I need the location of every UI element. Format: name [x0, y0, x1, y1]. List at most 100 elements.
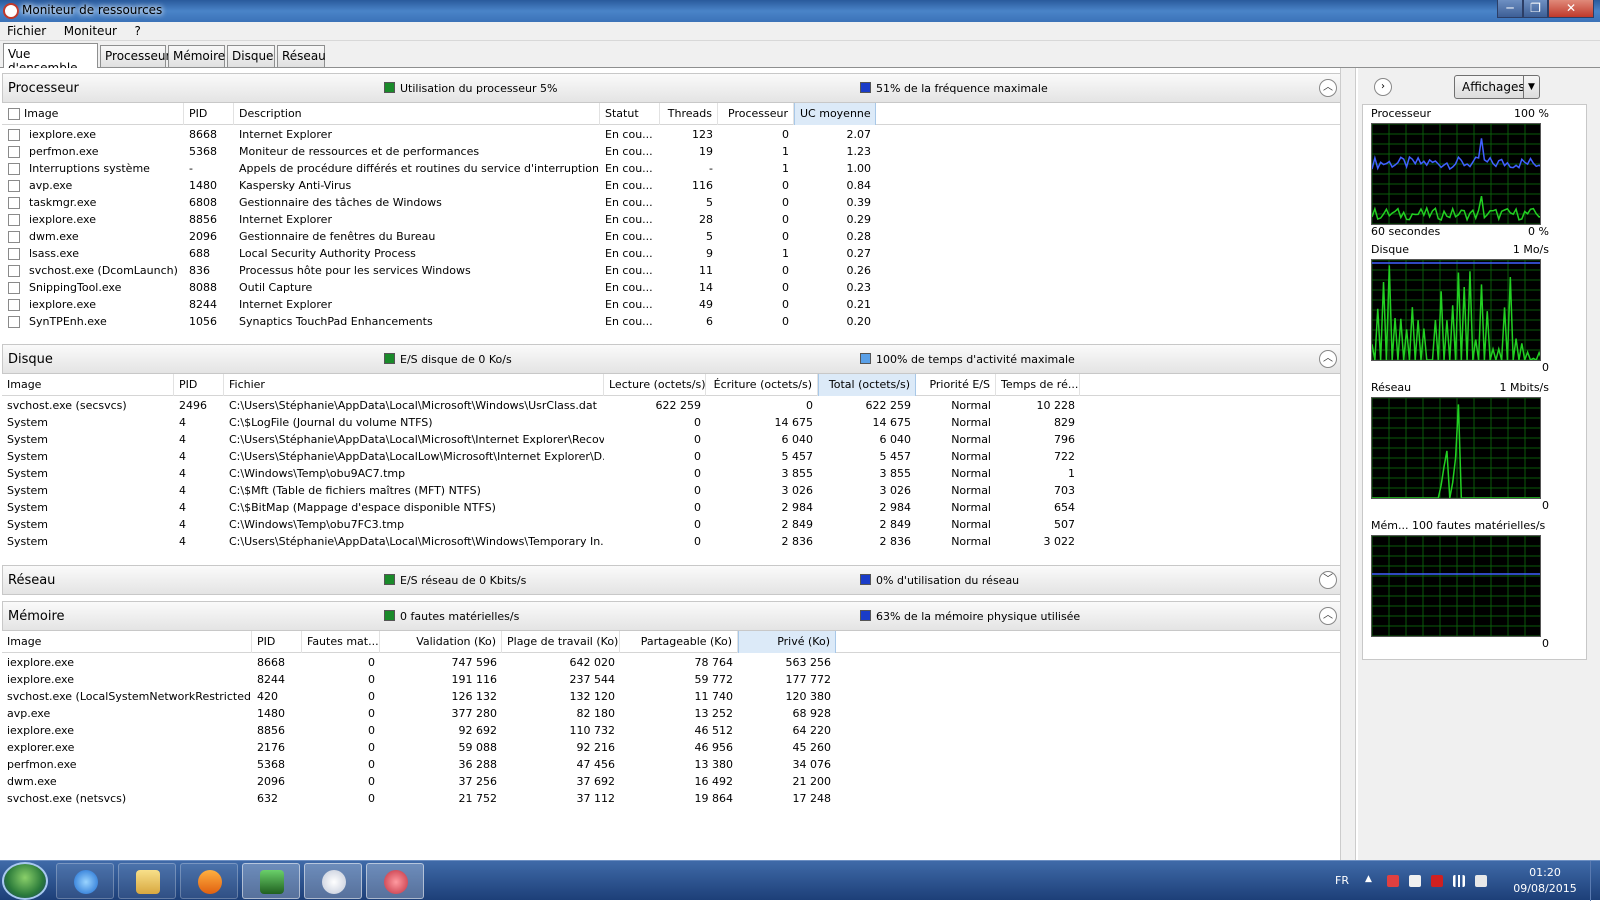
table-row[interactable]: svchost.exe (DcomLaunch) 836 Processus hôt…	[2, 263, 1340, 280]
collapse-icon[interactable]: ︿	[1319, 79, 1337, 97]
col-description[interactable]: Description	[234, 103, 600, 125]
col-io-priority[interactable]: Priorité E/S	[916, 374, 996, 396]
table-row[interactable]: iexplore.exe 8668 0 747 596 642 020 78 764 563…	[2, 655, 1340, 672]
disk-section-header[interactable]: Disque E/S disque de 0 Ko/s 100% de temp…	[2, 344, 1356, 374]
taskbar-explorer[interactable]	[118, 863, 176, 899]
taskbar-media-player[interactable]	[180, 863, 238, 899]
row-checkbox[interactable]	[8, 197, 20, 209]
col-working-set[interactable]: Plage de travail (Ko)	[502, 631, 620, 653]
table-row[interactable]: iexplore.exe 8244 0 191 116 237 544 59 772 177…	[2, 672, 1340, 689]
col-hard-faults[interactable]: Fautes mat...	[302, 631, 380, 653]
table-row[interactable]: perfmon.exe 5368 0 36 288 47 456 13 380 34 076	[2, 757, 1340, 774]
menu-monitor[interactable]: Moniteur	[57, 22, 124, 40]
clock[interactable]: 01:20 09/08/2015	[1510, 865, 1580, 897]
table-row[interactable]: avp.exe 1480 Kaspersky Anti-Virus En cou...…	[2, 178, 1340, 195]
table-row[interactable]: System 4 C:\Users\Stéphanie\AppData\Local\…	[2, 534, 1340, 551]
show-hidden-icons-icon[interactable]: ▲	[1365, 874, 1377, 886]
col-commit[interactable]: Validation (Ko)	[380, 631, 502, 653]
table-row[interactable]: SnippingTool.exe 8088 Outil Capture En cou.…	[2, 280, 1340, 297]
col-file[interactable]: Fichier	[224, 374, 604, 396]
menu-help[interactable]: ?	[127, 22, 147, 40]
show-desktop-button[interactable]	[1590, 861, 1600, 901]
table-row[interactable]: explorer.exe 2176 0 59 088 92 216 46 956 45 26…	[2, 740, 1340, 757]
start-button[interactable]	[2, 862, 48, 900]
row-checkbox[interactable]	[8, 163, 20, 175]
col-processor[interactable]: Processeur	[718, 103, 794, 125]
tab-disk[interactable]: Disque	[227, 45, 275, 67]
taskbar-internet-explorer[interactable]	[56, 863, 114, 899]
col-image[interactable]: Image	[2, 103, 184, 125]
table-row[interactable]: iexplore.exe 8856 Internet Explorer En cou.…	[2, 212, 1340, 229]
row-checkbox[interactable]	[8, 248, 20, 260]
col-private[interactable]: Privé (Ko)	[738, 631, 836, 653]
table-row[interactable]: perfmon.exe 5368 Moniteur de ressources et…	[2, 144, 1340, 161]
row-checkbox[interactable]	[8, 231, 20, 243]
volume-icon[interactable]	[1475, 875, 1487, 887]
col-shareable[interactable]: Partageable (Ko)	[620, 631, 738, 653]
table-row[interactable]: System 4 C:\Users\Stéphanie\AppData\LocalL…	[2, 449, 1340, 466]
views-button[interactable]: Affichages ▼	[1454, 75, 1540, 99]
table-row[interactable]: iexplore.exe 8856 0 92 692 110 732 46 512 64 2…	[2, 723, 1340, 740]
memory-section-header[interactable]: Mémoire 0 fautes matérielles/s 63% de la…	[2, 601, 1356, 631]
taskbar-resource-monitor[interactable]	[304, 863, 362, 899]
tab-network[interactable]: Réseau	[277, 45, 326, 67]
row-checkbox[interactable]	[8, 146, 20, 158]
row-checkbox[interactable]	[8, 316, 20, 328]
table-row[interactable]: svchost.exe (secsvcs) 2496 C:\Users\Stépha…	[2, 398, 1340, 415]
row-checkbox[interactable]	[8, 214, 20, 226]
menu-file[interactable]: Fichier	[0, 22, 53, 40]
table-row[interactable]: System 4 C:\$Mft (Table de fichiers maître…	[2, 483, 1340, 500]
row-checkbox[interactable]	[8, 180, 20, 192]
row-checkbox[interactable]	[8, 265, 20, 277]
col-threads[interactable]: Threads	[660, 103, 718, 125]
col-read[interactable]: Lecture (octets/s)	[604, 374, 706, 396]
table-row[interactable]: avp.exe 1480 0 377 280 82 180 13 252 68 928	[2, 706, 1340, 723]
maximize-button[interactable]: ❐	[1523, 0, 1548, 18]
col-image[interactable]: Image	[2, 374, 174, 396]
table-row[interactable]: iexplore.exe 8244 Internet Explorer En cou.…	[2, 297, 1340, 314]
language-indicator[interactable]: FR	[1335, 874, 1349, 887]
taskbar-snipping-tool[interactable]	[366, 863, 424, 899]
network-section-header[interactable]: Réseau E/S réseau de 0 Kbits/s 0% d'util…	[2, 565, 1356, 595]
panel-splitter[interactable]	[1340, 68, 1356, 860]
table-row[interactable]: dwm.exe 2096 0 37 256 37 692 16 492 21 200	[2, 774, 1340, 791]
table-row[interactable]: System 4 C:\$LogFile (Journal du volume NT…	[2, 415, 1340, 432]
table-row[interactable]: Interruptions système - Appels de procédur…	[2, 161, 1340, 178]
table-row[interactable]: System 4 C:\Windows\Temp\obu7FC3.tmp 0 2 849…	[2, 517, 1340, 534]
col-pid[interactable]: PID	[174, 374, 224, 396]
expand-panel-icon[interactable]: ›	[1374, 78, 1392, 96]
col-pid[interactable]: PID	[252, 631, 302, 653]
table-row[interactable]: System 4 C:\Users\Stéphanie\AppData\Local\…	[2, 432, 1340, 449]
col-image[interactable]: Image	[2, 631, 252, 653]
table-row[interactable]: dwm.exe 2096 Gestionnaire de fenêtres du B…	[2, 229, 1340, 246]
dropdown-arrow-icon[interactable]: ▼	[1523, 76, 1539, 98]
antivirus-icon[interactable]	[1387, 875, 1399, 887]
network-signal-icon[interactable]	[1453, 875, 1465, 887]
table-row[interactable]: taskmgr.exe 6808 Gestionnaire des tâches d…	[2, 195, 1340, 212]
col-avg-cpu[interactable]: UC moyenne	[794, 103, 876, 125]
col-write[interactable]: Écriture (octets/s)	[706, 374, 818, 396]
table-row[interactable]: SynTPEnh.exe 1056 Synaptics TouchPad Enhan…	[2, 314, 1340, 331]
power-icon[interactable]	[1431, 875, 1443, 887]
row-checkbox[interactable]	[8, 129, 20, 141]
cpu-section-header[interactable]: Processeur Utilisation du processeur 5% …	[2, 73, 1356, 103]
select-all-checkbox[interactable]	[8, 108, 20, 120]
close-button[interactable]: ✕	[1548, 0, 1594, 18]
table-row[interactable]: System 4 C:\Windows\Temp\obu9AC7.tmp 0 3 855…	[2, 466, 1340, 483]
col-response-time[interactable]: Temps de ré...	[996, 374, 1080, 396]
collapse-icon[interactable]: ︿	[1319, 607, 1337, 625]
collapse-icon[interactable]: ︿	[1319, 350, 1337, 368]
table-row[interactable]: svchost.exe (LocalSystemNetworkRestricte…	[2, 689, 1340, 706]
tab-processor[interactable]: Processeur	[100, 45, 170, 67]
tab-memory[interactable]: Mémoire	[168, 45, 225, 67]
table-row[interactable]: iexplore.exe 8668 Internet Explorer En cou.…	[2, 127, 1340, 144]
table-row[interactable]: lsass.exe 688 Local Security Authority Pro…	[2, 246, 1340, 263]
row-checkbox[interactable]	[8, 282, 20, 294]
row-checkbox[interactable]	[8, 299, 20, 311]
action-center-flag-icon[interactable]	[1409, 875, 1421, 887]
tab-overview[interactable]: Vue d'ensemble	[3, 43, 98, 75]
minimize-button[interactable]: ─	[1497, 0, 1523, 18]
table-row[interactable]: System 4 C:\$BitMap (Mappage d'espace disp…	[2, 500, 1340, 517]
taskbar-task-manager[interactable]	[242, 863, 300, 899]
col-pid[interactable]: PID	[184, 103, 234, 125]
